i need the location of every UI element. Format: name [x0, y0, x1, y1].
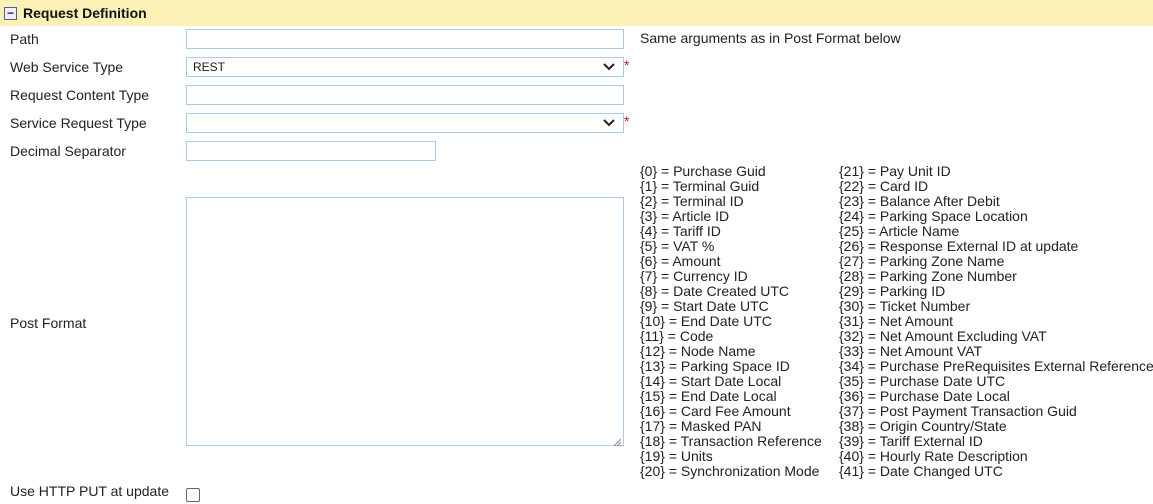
argument-item: {28} = Parking Zone Number — [839, 268, 1017, 284]
service-request-type-select[interactable] — [186, 113, 624, 133]
arguments-list-right: {21} = Pay Unit ID {22} = Card ID {23} = B… — [839, 164, 1153, 479]
argument-item: {11} = Code — [640, 328, 714, 344]
argument-item: {40} = Hourly Rate Description — [839, 448, 1028, 464]
argument-item: {0} = Purchase Guid — [640, 163, 766, 179]
resize-grip-icon[interactable] — [612, 434, 622, 447]
argument-item: {29} = Parking ID — [839, 283, 946, 299]
argument-item: {27} = Parking Zone Name — [839, 253, 1005, 269]
decimal-separator-label: Decimal Separator — [10, 143, 126, 159]
chevron-down-icon — [601, 115, 617, 131]
argument-item: {6} = Amount — [640, 253, 721, 269]
argument-item: {13} = Parking Space ID — [640, 358, 790, 374]
argument-item: {33} = Net Amount VAT — [839, 343, 983, 359]
argument-item: {9} = Start Date UTC — [640, 298, 769, 314]
argument-item: {1} = Terminal Guid — [640, 178, 760, 194]
minus-box-icon[interactable]: − — [4, 6, 17, 20]
section-title: Request Definition — [23, 5, 147, 21]
argument-item: {3} = Article ID — [640, 208, 730, 224]
argument-item: {5} = VAT % — [640, 238, 715, 254]
argument-item: {34} = Purchase PreRequisites External R… — [839, 358, 1153, 374]
argument-item: {35} = Purchase Date UTC — [839, 373, 1006, 389]
web-service-type-select[interactable]: REST — [186, 57, 624, 77]
use-http-put-label: Use HTTP PUT at update — [10, 483, 169, 499]
argument-item: {20} = Synchronization Mode — [640, 463, 820, 479]
argument-item: {37} = Post Payment Transaction Guid — [839, 403, 1077, 419]
path-label: Path — [10, 31, 39, 47]
chevron-down-icon — [601, 59, 617, 75]
argument-item: {32} = Net Amount Excluding VAT — [839, 328, 1047, 344]
required-mark: * — [624, 113, 630, 129]
argument-item: {4} = Tariff ID — [640, 223, 721, 239]
argument-item: {22} = Card ID — [839, 178, 929, 194]
path-input[interactable] — [186, 29, 624, 49]
required-mark: * — [624, 57, 630, 73]
argument-item: {36} = Purchase Date Local — [839, 388, 1010, 404]
argument-item: {31} = Net Amount — [839, 313, 954, 329]
argument-item: {7} = Currency ID — [640, 268, 748, 284]
argument-item: {2} = Terminal ID — [640, 193, 744, 209]
argument-item: {19} = Units — [640, 448, 713, 464]
argument-item: {24} = Parking Space Location — [839, 208, 1028, 224]
web-service-type-label: Web Service Type — [10, 59, 124, 75]
decimal-separator-input[interactable] — [186, 141, 436, 161]
argument-item: {8} = Date Created UTC — [640, 283, 790, 299]
argument-item: {14} = Start Date Local — [640, 373, 782, 389]
argument-item: {23} = Balance After Debit — [839, 193, 1000, 209]
web-service-type-value: REST — [193, 60, 226, 74]
argument-item: {41} = Date Changed UTC — [839, 463, 1003, 479]
argument-item: {30} = Ticket Number — [839, 298, 971, 314]
argument-item: {18} = Transaction Reference — [640, 433, 822, 449]
argument-item: {25} = Article Name — [839, 223, 960, 239]
post-format-textarea[interactable] — [186, 197, 624, 447]
request-content-type-input[interactable] — [186, 85, 624, 105]
argument-item: {10} = End Date UTC — [640, 313, 772, 329]
argument-item: {21} = Pay Unit ID — [839, 163, 951, 179]
request-content-type-label: Request Content Type — [10, 87, 150, 103]
argument-item: {16} = Card Fee Amount — [640, 403, 791, 419]
argument-item: {15} = End Date Local — [640, 388, 777, 404]
section-header: − Request Definition — [0, 0, 1153, 26]
argument-item: {26} = Response External ID at update — [839, 238, 1079, 254]
argument-item: {38} = Origin Country/State — [839, 418, 1007, 434]
use-http-put-checkbox[interactable] — [186, 488, 200, 502]
argument-item: {17} = Masked PAN — [640, 418, 762, 434]
arguments-list-left: {0} = Purchase Guid {1} = Terminal Guid {2… — [640, 164, 822, 479]
service-request-type-label: Service Request Type — [10, 115, 147, 131]
argument-item: {39} = Tariff External ID — [839, 433, 983, 449]
post-format-label: Post Format — [10, 315, 87, 331]
argument-item: {12} = Node Name — [640, 343, 756, 359]
path-hint: Same arguments as in Post Format below — [640, 30, 901, 46]
